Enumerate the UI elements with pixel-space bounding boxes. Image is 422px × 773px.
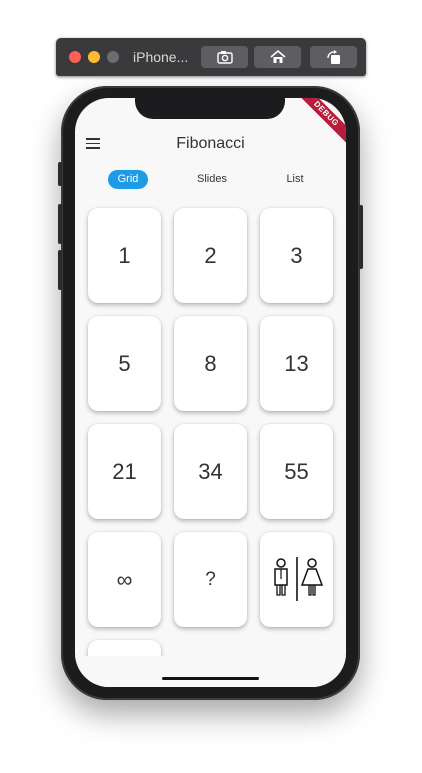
card-13[interactable]: 13 xyxy=(260,316,333,411)
home-button[interactable] xyxy=(254,46,301,68)
app-bar: Fibonacci xyxy=(75,132,346,158)
notch xyxy=(135,98,285,119)
page-title: Fibonacci xyxy=(176,135,245,152)
card-34[interactable]: 34 xyxy=(174,424,247,519)
home-indicator[interactable] xyxy=(162,677,259,680)
power-button xyxy=(359,205,363,269)
card-55[interactable]: 55 xyxy=(260,424,333,519)
tab-list[interactable]: List xyxy=(277,170,313,189)
card-question[interactable]: ? xyxy=(174,532,247,627)
tab-slides[interactable]: Slides xyxy=(190,170,234,189)
minimize-window-button[interactable] xyxy=(88,51,100,63)
zoom-window-button[interactable] xyxy=(107,51,119,63)
card-restroom[interactable] xyxy=(260,532,333,627)
screenshot-button[interactable] xyxy=(201,46,248,68)
card-21[interactable]: 21 xyxy=(88,424,161,519)
volume-up-button xyxy=(58,204,62,244)
restroom-icon xyxy=(273,556,323,601)
card-infinity[interactable]: ∞ xyxy=(88,532,161,627)
phone-screen: DEBUG Fibonacci Grid Slides List 1 2 3 5… xyxy=(75,98,346,687)
rotate-icon xyxy=(326,50,340,64)
mute-switch xyxy=(58,162,62,186)
card-8[interactable]: 8 xyxy=(174,316,247,411)
rotate-button[interactable] xyxy=(310,46,357,68)
tab-grid[interactable]: Grid xyxy=(108,170,148,189)
close-window-button[interactable] xyxy=(69,51,81,63)
bottom-safe-area xyxy=(75,656,346,687)
card-2[interactable]: 2 xyxy=(174,208,247,303)
card-5[interactable]: 5 xyxy=(88,316,161,411)
simulator-toolbar: iPhone... xyxy=(56,38,366,76)
card-1[interactable]: 1 xyxy=(88,208,161,303)
view-tabs: Grid Slides List xyxy=(75,170,346,190)
home-icon xyxy=(269,49,286,63)
simulator-title: iPhone... xyxy=(133,49,189,65)
card-3[interactable]: 3 xyxy=(260,208,333,303)
screenshot-icon xyxy=(216,51,233,64)
volume-down-button xyxy=(58,250,62,290)
